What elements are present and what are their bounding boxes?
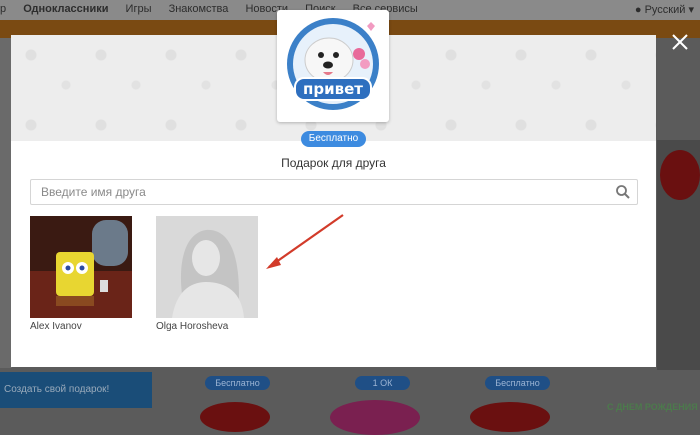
- nav-item-games[interactable]: Игры: [126, 3, 152, 15]
- bg-price-button[interactable]: 1 ОК: [355, 376, 410, 390]
- bg-free-button[interactable]: Бесплатно: [485, 376, 550, 390]
- arrow-annotation-icon: [266, 214, 344, 269]
- bg-free-button[interactable]: Бесплатно: [205, 376, 270, 390]
- gift-flower: [660, 150, 700, 200]
- gift-modal: привет Бесплатно Подарок для друга Alex …: [11, 10, 656, 367]
- nav-item-odnoklassniki[interactable]: Одноклассники: [23, 3, 108, 15]
- friend-card[interactable]: Alex Ivanov: [30, 216, 132, 332]
- gift-flower: [200, 402, 270, 432]
- friend-card[interactable]: Olga Horosheva: [156, 216, 258, 332]
- nav-item-partial[interactable]: р: [0, 3, 6, 15]
- friend-avatar[interactable]: [30, 216, 132, 318]
- create-gift-panel[interactable]: Создать свой подарок!: [0, 372, 152, 408]
- seal-gift-illustration: привет: [287, 18, 379, 110]
- language-selector[interactable]: ● Русский ▾: [635, 3, 694, 16]
- gift-flower: [330, 400, 420, 435]
- search-icon[interactable]: [615, 184, 631, 200]
- price-badge: Бесплатно: [301, 131, 366, 147]
- nav-item-dating[interactable]: Знакомства: [169, 3, 229, 15]
- close-icon[interactable]: [670, 32, 690, 52]
- gift-flower: [470, 402, 550, 432]
- create-gift-text: Создать свой подарок!: [4, 384, 110, 395]
- svg-text:привет: привет: [303, 80, 363, 98]
- friend-search-box: [30, 179, 638, 205]
- language-label: Русский: [644, 4, 686, 16]
- gift-image: привет: [277, 10, 389, 122]
- friend-name: Alex Ivanov: [30, 321, 82, 332]
- birthday-banner-text: С ДНЕМ РОЖДЕНИЯ: [607, 402, 698, 412]
- modal-title: Подарок для друга: [281, 156, 386, 170]
- default-female-avatar-icon[interactable]: [156, 216, 258, 318]
- friend-search-input[interactable]: [39, 183, 603, 201]
- friend-name: Olga Horosheva: [156, 321, 229, 332]
